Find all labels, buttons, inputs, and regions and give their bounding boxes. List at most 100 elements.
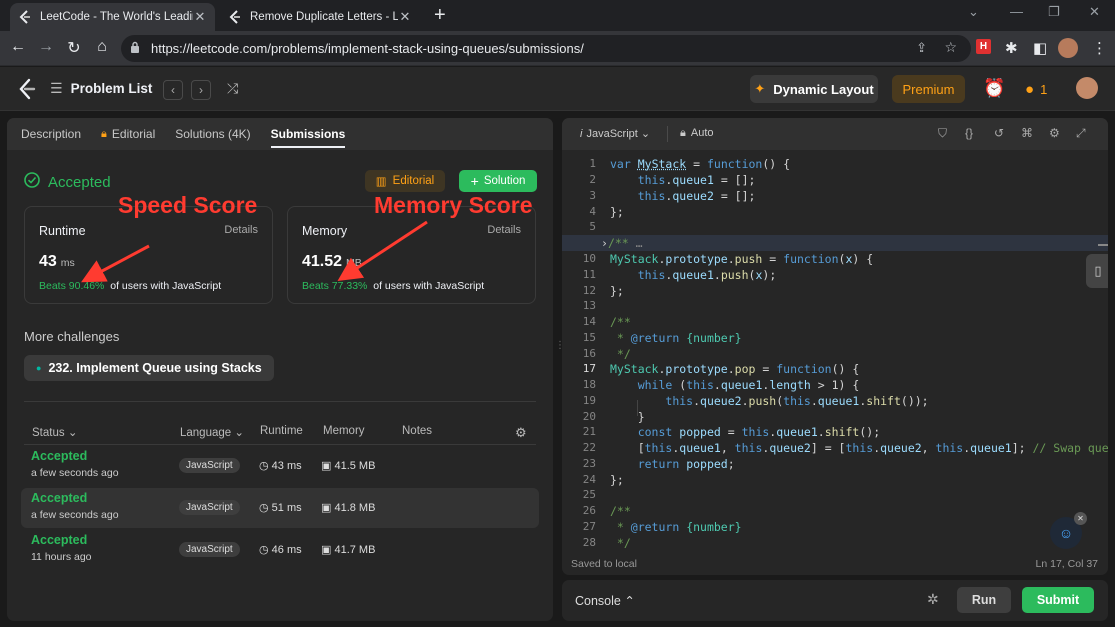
extensions-puzzle-icon[interactable]: ✱ [1005,39,1018,57]
row-language-badge: JavaScript [179,542,240,557]
line-number: 20 [582,410,596,423]
profile-avatar[interactable] [1058,38,1078,58]
console-toggle[interactable]: Console ⌃ [575,593,635,608]
code-line-folded[interactable]: ›/** … [601,236,643,250]
row-memory-value: 41.7 MB [334,544,376,556]
code-line[interactable]: this.queue1.push(x); [610,268,777,282]
bookmark-star-icon[interactable]: ☆ [944,39,957,56]
language-selector[interactable]: i JavaScript ⌄ [580,127,650,140]
code-line[interactable]: this.queue1 = []; [610,173,756,187]
prev-problem-button[interactable]: ‹ [163,80,183,100]
row-runtime-value: 43 ms [271,460,302,472]
divider [24,444,536,445]
code-line[interactable]: }; [610,473,624,487]
browser-menu-icon[interactable]: ⋮ [1092,39,1107,57]
autocomplete-mode[interactable]: 🔒︎ Auto [680,127,714,140]
close-tab-icon[interactable]: ✕ [193,9,207,25]
code-line[interactable]: * @return {number} [610,331,742,345]
close-window-icon[interactable]: ✕ [1089,4,1100,20]
line-number: 14 [582,315,596,328]
line-number: 23 [582,457,596,470]
code-line[interactable]: var MyStack = function() { [610,157,790,171]
browser-tab-leetcode-home[interactable]: LeetCode - The World's Leading Online Pr… [10,3,215,31]
sparkle-icon: ✦ [754,81,766,96]
memory-column-header: Memory [323,425,365,437]
chip-icon: ▣ [321,502,335,514]
reset-icon[interactable]: ↺ [994,126,1004,140]
line-number: 10 [582,252,596,265]
code-line[interactable]: return popped; [610,457,735,471]
clock-icon: ◷ [259,460,272,472]
code-line[interactable]: const popped = this.queue1.shift(); [610,425,880,439]
code-line[interactable]: }; [610,205,624,219]
format-braces-icon[interactable]: {} [965,126,973,140]
dynamic-layout-button[interactable]: ✦ Dynamic Layout [750,75,878,103]
debug-bug-icon[interactable]: ✲ [927,591,939,608]
home-icon[interactable]: ⌂ [92,38,112,56]
line-number: 16 [582,347,596,360]
code-editor-panel: iJavaScript ⌄ 🔒︎Auto ⛉ {} ↺ ⌘ ⚙ ⤢ 123456… [562,118,1108,575]
row-memory-value: 41.8 MB [334,502,376,514]
challenge-label: 232. Implement Queue using Stacks [48,361,262,375]
code-line[interactable]: /** [610,315,631,329]
table-row[interactable]: Accepted a few seconds ago JavaScript ◷ … [21,488,539,528]
streak-count: 1 [1040,82,1048,97]
notes-side-icon[interactable]: ▯ [1086,254,1108,288]
shuffle-icon[interactable]: ⤮ [227,80,238,97]
leetcode-logo-icon[interactable] [18,78,36,105]
premium-button[interactable]: Premium [892,75,965,103]
code-line[interactable]: MyStack.prototype.pop = function() { [610,362,859,376]
address-bar[interactable]: https://leetcode.com/problems/implement-… [121,35,971,62]
back-icon[interactable]: ← [8,38,28,56]
share-icon[interactable]: ⇪ [916,40,927,56]
minimize-icon[interactable]: — [1010,4,1023,19]
challenge-chip[interactable]: ● 232. Implement Queue using Stacks [24,355,274,381]
maximize-icon[interactable]: ❐ [1048,4,1060,20]
settings-gear-icon[interactable]: ⚙ [1049,126,1060,140]
table-row[interactable]: Accepted a few seconds ago JavaScript ◷ … [21,446,539,486]
next-problem-button[interactable]: › [191,80,211,100]
table-row[interactable]: Accepted 11 hours ago JavaScript ◷ 46 ms… [21,530,539,570]
shortcuts-icon[interactable]: ⌘ [1021,126,1033,140]
problem-list-link[interactable]: ☰ Problem List [50,80,152,97]
forward-icon[interactable]: → [36,38,56,56]
code-line[interactable]: while (this.queue1.length > 1) { [610,378,860,392]
row-memory: ▣ 41.5 MB [321,459,375,472]
code-line[interactable]: /** [610,504,631,518]
run-button[interactable]: Run [957,587,1011,613]
table-settings-gear-icon[interactable]: ⚙ [515,425,527,441]
new-tab-icon[interactable]: + [434,4,446,26]
code-line[interactable]: * @return {number} [610,520,742,534]
row-runtime: ◷ 51 ms [259,501,302,514]
code-line[interactable]: MyStack.prototype.push = function(x) { [610,252,873,266]
code-line[interactable]: this.queue2 = []; [610,189,756,203]
row-status[interactable]: Accepted [31,533,87,547]
streak-counter[interactable]: ● 1 [1025,81,1047,98]
code-line[interactable]: */ [610,347,631,361]
alarm-clock-icon[interactable]: ⏰ [983,78,1005,99]
row-status[interactable]: Accepted [31,491,87,505]
language-column-header[interactable]: Language ⌄ [180,425,244,439]
fullscreen-icon[interactable]: ⤢ [1076,126,1086,141]
tab-search-icon[interactable]: ⌄ [968,4,979,20]
close-tab-icon[interactable]: ✕ [398,9,412,25]
line-number: 19 [582,394,596,407]
browser-tab-remove-duplicate[interactable]: Remove Duplicate Letters - LeetCode ✕ [220,3,420,31]
line-number: 18 [582,378,596,391]
bookmark-icon[interactable]: ⛉ [938,126,947,141]
divider [24,401,536,402]
reload-icon[interactable]: ↻ [64,38,84,58]
code-line[interactable]: [this.queue1, this.queue2] = [this.queue… [610,441,1108,455]
status-column-header[interactable]: Status ⌄ [32,425,77,439]
code-line[interactable]: } [610,410,645,424]
row-status[interactable]: Accepted [31,449,87,463]
code-line[interactable]: }; [610,284,624,298]
extension-h-icon[interactable]: H [976,39,991,54]
side-panel-icon[interactable]: ◧ [1033,39,1047,57]
user-avatar[interactable] [1076,77,1098,99]
code-line[interactable]: this.queue2.push(this.queue1.shift()); [610,394,928,408]
submit-button[interactable]: Submit [1022,587,1094,613]
chevron-down-icon: ⌄ [67,427,78,439]
close-chat-icon[interactable]: ✕ [1074,512,1087,525]
code-line[interactable]: */ [610,536,631,550]
